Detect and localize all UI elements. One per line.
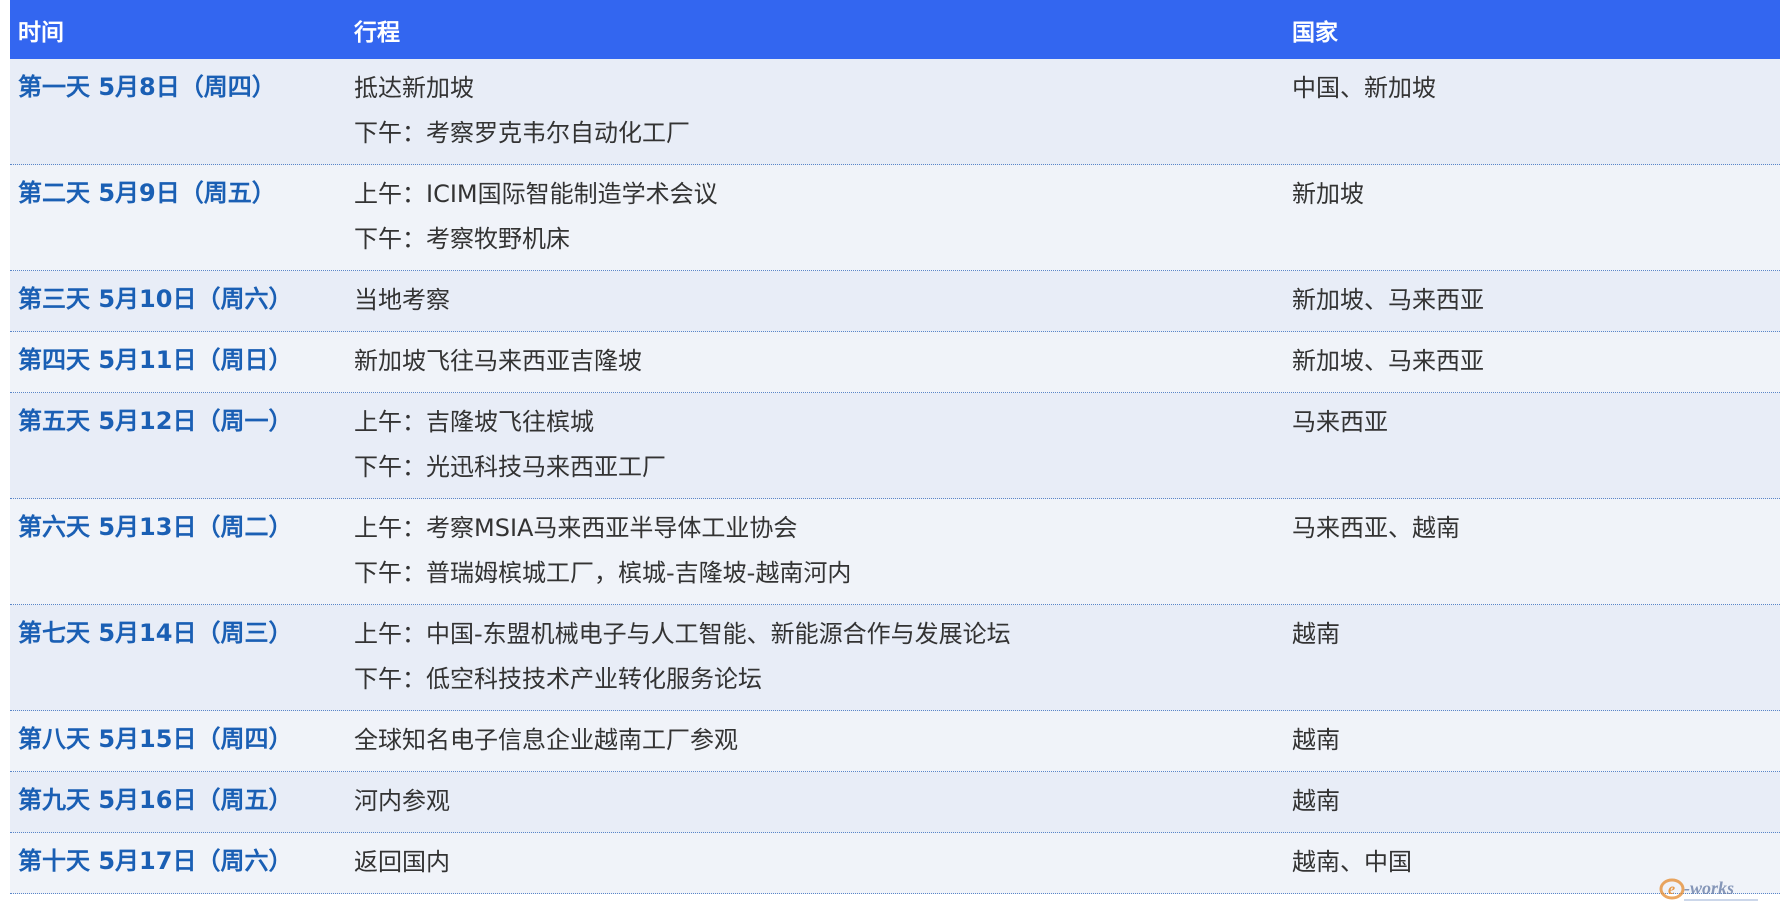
trip-line: 河内参观 <box>354 787 450 815</box>
row-time: 第五天 5月12日（周一） <box>18 407 293 435</box>
trip-line: 下午：光迅科技马来西亚工厂 <box>354 453 666 481</box>
trip-line: 新加坡飞往马来西亚吉隆坡 <box>354 347 642 375</box>
trip-line: 下午：普瑞姆槟城工厂，槟城-吉隆坡-越南河内 <box>354 559 852 587</box>
row-time: 第八天 5月15日（周四） <box>18 725 293 753</box>
row-trip: 当地考察 <box>354 284 450 329</box>
trip-line: 全球知名电子信息企业越南工厂参观 <box>354 726 738 754</box>
row-time: 第六天 5月13日（周二） <box>18 513 293 541</box>
row-trip: 抵达新加坡 下午：考察罗克韦尔自动化工厂 <box>354 72 690 162</box>
itinerary-page: 时间 行程 国家 第一天 5月8日（周四） 抵达新加坡 下午：考察罗克韦尔自动化… <box>0 0 1780 913</box>
row-time: 第一天 5月8日（周四） <box>18 73 276 101</box>
trip-line: 抵达新加坡 <box>354 74 474 102</box>
row-time: 第十天 5月17日（周六） <box>18 847 293 875</box>
row-country: 新加坡、马来西亚 <box>1292 347 1484 375</box>
row-trip: 返回国内 <box>354 846 450 891</box>
trip-line: 下午：考察罗克韦尔自动化工厂 <box>354 119 690 147</box>
row-trip: 新加坡飞往马来西亚吉隆坡 <box>354 345 642 390</box>
row-country: 马来西亚 <box>1292 408 1388 436</box>
row-country: 越南 <box>1292 726 1340 754</box>
header-trip: 行程 <box>354 20 400 46</box>
trip-line: 下午：考察牧野机床 <box>354 225 570 253</box>
row-trip: 上午：ICIM国际智能制造学术会议 下午：考察牧野机床 <box>354 178 718 268</box>
e-works-watermark-logo: e -works <box>1658 867 1768 907</box>
row-country: 新加坡 <box>1292 180 1364 208</box>
svg-text:e: e <box>1668 881 1675 898</box>
row-country: 新加坡、马来西亚 <box>1292 286 1484 314</box>
table-row: 第七天 5月14日（周三） 上午：中国-东盟机械电子与人工智能、新能源合作与发展… <box>10 605 1780 711</box>
itinerary-table: 时间 行程 国家 第一天 5月8日（周四） 抵达新加坡 下午：考察罗克韦尔自动化… <box>10 0 1780 894</box>
trip-line: 下午：低空科技技术产业转化服务论坛 <box>354 665 762 693</box>
header-time: 时间 <box>18 20 64 46</box>
row-trip: 上午：中国-东盟机械电子与人工智能、新能源合作与发展论坛 下午：低空科技技术产业… <box>354 618 1011 708</box>
table-row: 第十天 5月17日（周六） 返回国内 越南、中国 <box>10 833 1780 894</box>
trip-line: 上午：考察MSIA马来西亚半导体工业协会 <box>354 514 798 542</box>
table-row: 第四天 5月11日（周日） 新加坡飞往马来西亚吉隆坡 新加坡、马来西亚 <box>10 332 1780 393</box>
row-time: 第九天 5月16日（周五） <box>18 786 293 814</box>
trip-line: 返回国内 <box>354 848 450 876</box>
row-time: 第三天 5月10日（周六） <box>18 285 293 313</box>
table-header: 时间 行程 国家 <box>10 0 1780 59</box>
row-country: 越南 <box>1292 620 1340 648</box>
trip-line: 当地考察 <box>354 286 450 314</box>
table-row: 第六天 5月13日（周二） 上午：考察MSIA马来西亚半导体工业协会 下午：普瑞… <box>10 499 1780 605</box>
row-time: 第七天 5月14日（周三） <box>18 619 293 647</box>
row-country: 越南、中国 <box>1292 848 1412 876</box>
row-trip: 全球知名电子信息企业越南工厂参观 <box>354 724 738 769</box>
table-row: 第三天 5月10日（周六） 当地考察 新加坡、马来西亚 <box>10 271 1780 332</box>
trip-line: 上午：吉隆坡飞往槟城 <box>354 408 594 436</box>
row-time: 第二天 5月9日（周五） <box>18 179 276 207</box>
row-country: 中国、新加坡 <box>1292 74 1436 102</box>
trip-line: 上午：ICIM国际智能制造学术会议 <box>354 180 718 208</box>
table-row: 第一天 5月8日（周四） 抵达新加坡 下午：考察罗克韦尔自动化工厂 中国、新加坡 <box>10 59 1780 165</box>
row-country: 越南 <box>1292 787 1340 815</box>
table-row: 第八天 5月15日（周四） 全球知名电子信息企业越南工厂参观 越南 <box>10 711 1780 772</box>
row-trip: 河内参观 <box>354 785 450 830</box>
row-country: 马来西亚、越南 <box>1292 514 1460 542</box>
table-row: 第二天 5月9日（周五） 上午：ICIM国际智能制造学术会议 下午：考察牧野机床… <box>10 165 1780 271</box>
table-row: 第五天 5月12日（周一） 上午：吉隆坡飞往槟城 下午：光迅科技马来西亚工厂 马… <box>10 393 1780 499</box>
header-country: 国家 <box>1292 20 1338 46</box>
trip-line: 上午：中国-东盟机械电子与人工智能、新能源合作与发展论坛 <box>354 620 1011 648</box>
table-row: 第九天 5月16日（周五） 河内参观 越南 <box>10 772 1780 833</box>
svg-text:-works: -works <box>1684 878 1734 898</box>
row-trip: 上午：吉隆坡飞往槟城 下午：光迅科技马来西亚工厂 <box>354 406 666 496</box>
row-time: 第四天 5月11日（周日） <box>18 346 293 374</box>
row-trip: 上午：考察MSIA马来西亚半导体工业协会 下午：普瑞姆槟城工厂，槟城-吉隆坡-越… <box>354 512 851 602</box>
